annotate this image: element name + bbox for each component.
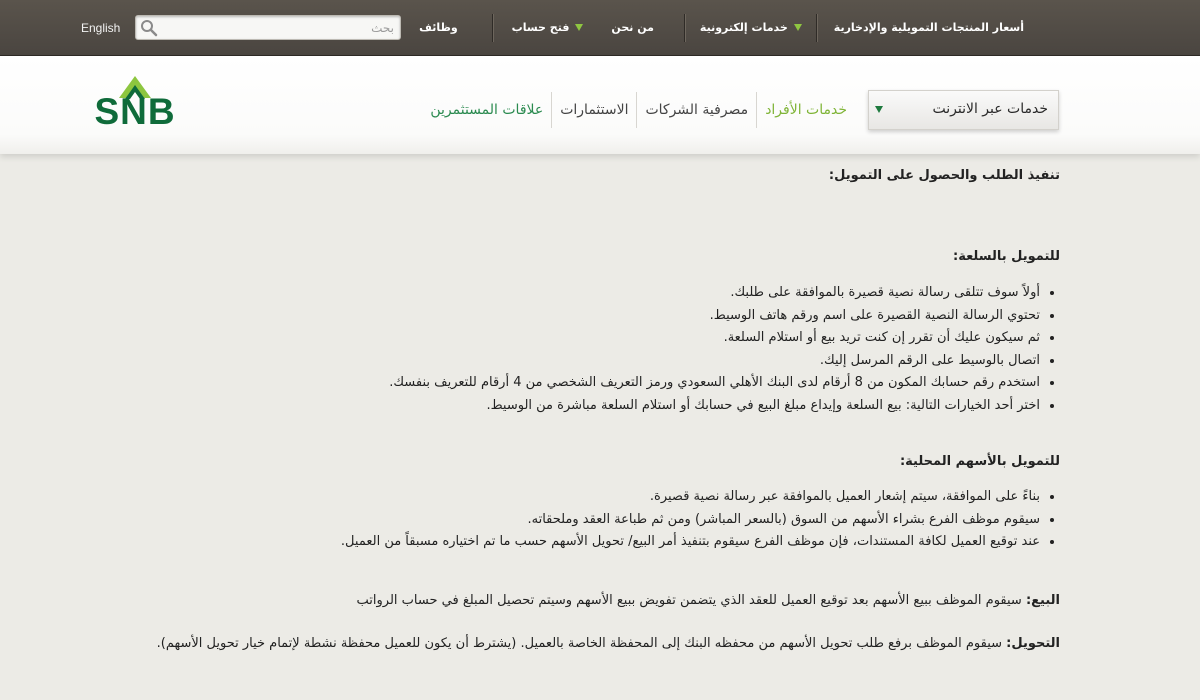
online-services-label: خدمات عبر الانترنت bbox=[932, 101, 1048, 117]
list-item: عند توقيع العميل لكافة المستندات، فإن مو… bbox=[90, 531, 1040, 554]
search-icon[interactable] bbox=[140, 19, 158, 37]
article-content: تنفيذ الطلب والحصول على التمويل: للتمويل… bbox=[90, 168, 1060, 654]
dropdown-arrow-icon bbox=[875, 106, 883, 113]
snb-logo[interactable]: SNB bbox=[79, 70, 191, 130]
e-services-label: خدمات إلكترونية bbox=[699, 21, 788, 34]
commodity-steps-list: أولاً سوف تتلقى رسالة نصية قصيرة بالمواف… bbox=[90, 282, 1060, 417]
section-heading: تنفيذ الطلب والحصول على التمويل: bbox=[828, 168, 1060, 183]
list-item: أولاً سوف تتلقى رسالة نصية قصيرة بالمواف… bbox=[90, 282, 1040, 305]
open-account-menu[interactable]: فتح حساب bbox=[494, 21, 598, 34]
top-utility-bar: English أسعار المنتجات التمويلية والإدخا… bbox=[0, 0, 1200, 56]
logo-text: SNB bbox=[94, 91, 176, 132]
sale-paragraph: البيع: سيقوم الموظف ببيع الأسهم بعد توقي… bbox=[90, 591, 1060, 611]
e-services-menu[interactable]: خدمات إلكترونية bbox=[686, 21, 816, 34]
shares-financing-title: للتمويل بالأسهم المحلية: bbox=[899, 454, 1060, 469]
list-item: سيقوم موظف الفرع بشراء الأسهم من السوق (… bbox=[90, 509, 1040, 532]
list-item: بناءً على الموافقة، سيتم إشعار العميل با… bbox=[90, 486, 1040, 509]
sale-text: سيقوم الموظف ببيع الأسهم بعد توقيع العمي… bbox=[356, 592, 1026, 608]
open-account-label: فتح حساب bbox=[511, 21, 570, 34]
transfer-label: التحويل: bbox=[1006, 635, 1060, 651]
nav-investor-relations[interactable]: علاقات المستثمرين bbox=[422, 92, 551, 128]
search-box[interactable] bbox=[135, 15, 401, 40]
sale-label: البيع: bbox=[1025, 592, 1060, 608]
nav-investments[interactable]: الاستثمارات bbox=[552, 92, 636, 128]
main-navigation: خدمات الأفراد مصرفية الشركات الاستثمارات… bbox=[395, 92, 855, 128]
list-item: استخدم رقم حسابك المكون من 8 أرقام لدى ا… bbox=[90, 372, 1040, 395]
nav-personal-services[interactable]: خدمات الأفراد bbox=[757, 92, 855, 128]
list-item: اتصال بالوسيط على الرقم المرسل إليك. bbox=[90, 350, 1040, 373]
transfer-paragraph: التحويل: سيقوم الموظف برفع طلب تحويل الأ… bbox=[90, 634, 1060, 654]
commodity-financing-title: للتمويل بالسلعة: bbox=[953, 249, 1060, 264]
about-us-link[interactable]: من نحن bbox=[597, 21, 684, 34]
dropdown-arrow-icon bbox=[575, 24, 584, 31]
product-rates-link[interactable]: أسعار المنتجات التمويلية والإدخارية bbox=[818, 0, 1024, 55]
list-item: ثم سيكون عليك أن تقرر إن كنت تريد بيع أو… bbox=[90, 327, 1040, 350]
shares-steps-list: بناءً على الموافقة، سيتم إشعار العميل با… bbox=[90, 486, 1060, 554]
language-switch-link[interactable]: English bbox=[81, 21, 120, 35]
dropdown-arrow-icon bbox=[793, 24, 802, 31]
main-header: SNB خدمات عبر الانترنت خدمات الأفراد مصر… bbox=[0, 56, 1200, 154]
nav-corporate-banking[interactable]: مصرفية الشركات bbox=[637, 92, 756, 128]
search-input[interactable] bbox=[162, 18, 394, 37]
online-services-dropdown[interactable]: خدمات عبر الانترنت bbox=[868, 90, 1059, 130]
careers-link[interactable]: وظائف bbox=[405, 21, 492, 34]
transfer-text: سيقوم الموظف برفع طلب تحويل الأسهم من مح… bbox=[156, 635, 1007, 651]
list-item: اختر أحد الخيارات التالية: بيع السلعة وإ… bbox=[90, 395, 1040, 418]
list-item: تحتوي الرسالة النصية القصيرة على اسم ورق… bbox=[90, 305, 1040, 328]
